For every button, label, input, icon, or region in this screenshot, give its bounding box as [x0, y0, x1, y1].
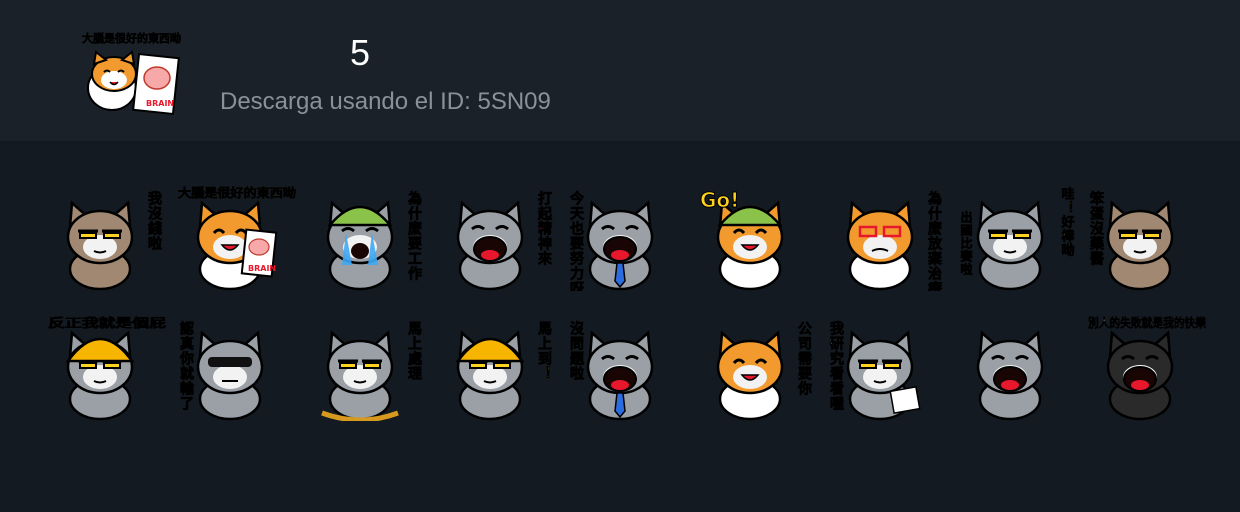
sticker-item[interactable]: 馬上處理 — [302, 311, 432, 421]
sticker-caption: 笨蛋沒藥醫 — [1088, 190, 1105, 266]
cat-figure — [196, 330, 264, 421]
sticker-caption: 為什麼放棄治療 — [926, 190, 943, 291]
sticker-caption: 為什麼要工作 — [406, 190, 423, 281]
sticker-item[interactable]: 別人的失敗就是我的快樂 — [1082, 311, 1212, 421]
sticker-item[interactable] — [952, 311, 1082, 421]
cat-figure — [1106, 330, 1174, 421]
download-id-text: Descarga usando el ID: 5SN09 — [220, 88, 551, 115]
grey-cat-research-icon: 我研究看看喔 — [828, 321, 921, 421]
brain-sign-label: BRAIN — [146, 99, 174, 108]
cat-figure — [846, 200, 914, 291]
sticker-grid: 我沒錢啦 大腦是很好的東西呦 BRAIN 為什麼要工作 打起精神來 今天也要努力呀 Go! 為… — [0, 141, 1240, 512]
grey-cat-shouting-icon: 打起精神來 — [456, 190, 553, 291]
pack-count: 5 — [350, 32, 371, 73]
brown-cat-doctor-icon: 笨蛋沒藥醫 — [1088, 190, 1174, 291]
sticker-caption: 反正我就是個屁 — [48, 315, 166, 330]
sticker-item[interactable]: 反正我就是個屁 — [42, 311, 172, 421]
sticker-item[interactable]: 笨蛋沒藥醫 — [1082, 181, 1212, 291]
sticker-caption: 公司需要你 — [796, 321, 813, 396]
cat-figure — [716, 330, 784, 421]
cat-figure — [976, 330, 1044, 421]
sticker-caption: 大腦是很好的東西呦 — [178, 185, 296, 200]
orange-cat-scooter-icon: Go! — [700, 188, 784, 291]
sticker-caption: 認真你就輸了 — [178, 320, 195, 411]
cat-figure — [976, 200, 1044, 291]
sticker-caption: 我研究看看喔 — [828, 321, 845, 411]
grey-cat-no-problem-icon: 沒問題啦 — [568, 320, 654, 421]
orange-cat-company-needs-you-icon: 公司需要你 — [716, 321, 813, 421]
sticker-item[interactable]: 出國比賽啦 哇！好棒呦 — [952, 181, 1082, 291]
cat-figure — [65, 330, 135, 421]
sticker-item[interactable]: 為什麼要工作 — [302, 181, 432, 291]
sticker-item[interactable]: Go! — [692, 181, 822, 291]
cat-figure — [846, 330, 921, 421]
sticker-caption: Go! — [700, 188, 739, 212]
sticker-item[interactable]: 打起精神來 — [432, 181, 562, 291]
sticker-caption: 出國比賽啦 — [959, 210, 973, 276]
cat-figure — [326, 200, 394, 291]
sticker-caption: 打起精神來 — [536, 190, 553, 266]
orange-cat-doctor-icon: 為什麼放棄治療 — [846, 190, 943, 291]
grey-cat-tie-icon: 今天也要努力呀 — [568, 190, 654, 291]
cat-figure — [586, 200, 654, 291]
sticker-item[interactable]: 我沒錢啦 — [42, 181, 172, 291]
cat-figure — [456, 200, 524, 291]
sticker-item[interactable]: 公司需要你 — [692, 311, 822, 421]
sticker-item[interactable]: 沒問題啦 — [562, 311, 692, 421]
pack-thumbnail[interactable]: 大腦是很好的東西呦 BRAIN — [80, 26, 182, 116]
cat-brain-sticker-icon: 大腦是很好的東西呦 BRAIN — [82, 31, 181, 116]
cat-figure — [196, 200, 278, 291]
brown-cat-coins-icon: 我沒錢啦 — [66, 191, 162, 291]
sticker-item[interactable]: 今天也要努力呀 — [562, 181, 692, 291]
cat-figure — [586, 330, 654, 421]
crying-cat-helmet-icon: 為什麼要工作 — [326, 190, 423, 291]
sticker-item[interactable]: 認真你就輸了 — [172, 311, 302, 421]
black-cat-others-fail-icon: 別人的失敗就是我的快樂 — [1087, 315, 1207, 421]
sticker-caption: 別人的失敗就是我的快樂 — [1087, 315, 1207, 330]
sticker-caption: 哇！好棒呦 — [1059, 186, 1076, 257]
grey-cat-rocking-horse-icon: 馬上處理 — [321, 321, 422, 421]
grey-cat-sunglasses-icon: 認真你就輸了 — [178, 320, 264, 421]
sticker-caption: 沒問題啦 — [568, 320, 584, 381]
sticker-caption: 今天也要努力呀 — [568, 190, 585, 291]
sticker-pack-header: 大腦是很好的東西呦 BRAIN 5 Descarga usando el ID:… — [0, 0, 1240, 141]
sticker-item[interactable]: 大腦是很好的東西呦 BRAIN — [172, 181, 302, 291]
sticker-caption: 馬上處理 — [406, 321, 422, 381]
thumbnail-caption: 大腦是很好的東西呦 — [82, 31, 181, 45]
grey-cat-ok-hand-icon: 出國比賽啦 哇！好棒呦 — [959, 186, 1076, 291]
cat-figure — [321, 330, 399, 421]
cat-figure — [455, 330, 525, 421]
grey-cat-holiday-icon — [976, 330, 1044, 421]
cat-figure — [1106, 200, 1174, 291]
cat-figure — [716, 200, 784, 291]
sticker-item[interactable]: 我研究看看喔 — [822, 311, 952, 421]
sticker-caption: 馬上到！ — [536, 321, 552, 381]
cat-figure — [66, 200, 134, 291]
helmet-cat-shrug-icon: 反正我就是個屁 — [48, 315, 166, 421]
sticker-caption: 我沒錢啦 — [146, 191, 162, 251]
brain-sign-label: BRAIN — [248, 264, 276, 273]
sticker-item[interactable]: 為什麼放棄治療 — [822, 181, 952, 291]
orange-cat-brain-icon: 大腦是很好的東西呦 BRAIN — [178, 185, 296, 291]
grey-cat-delivery-icon: 馬上到！ — [455, 321, 552, 421]
sticker-item[interactable]: 馬上到！ — [432, 311, 562, 421]
